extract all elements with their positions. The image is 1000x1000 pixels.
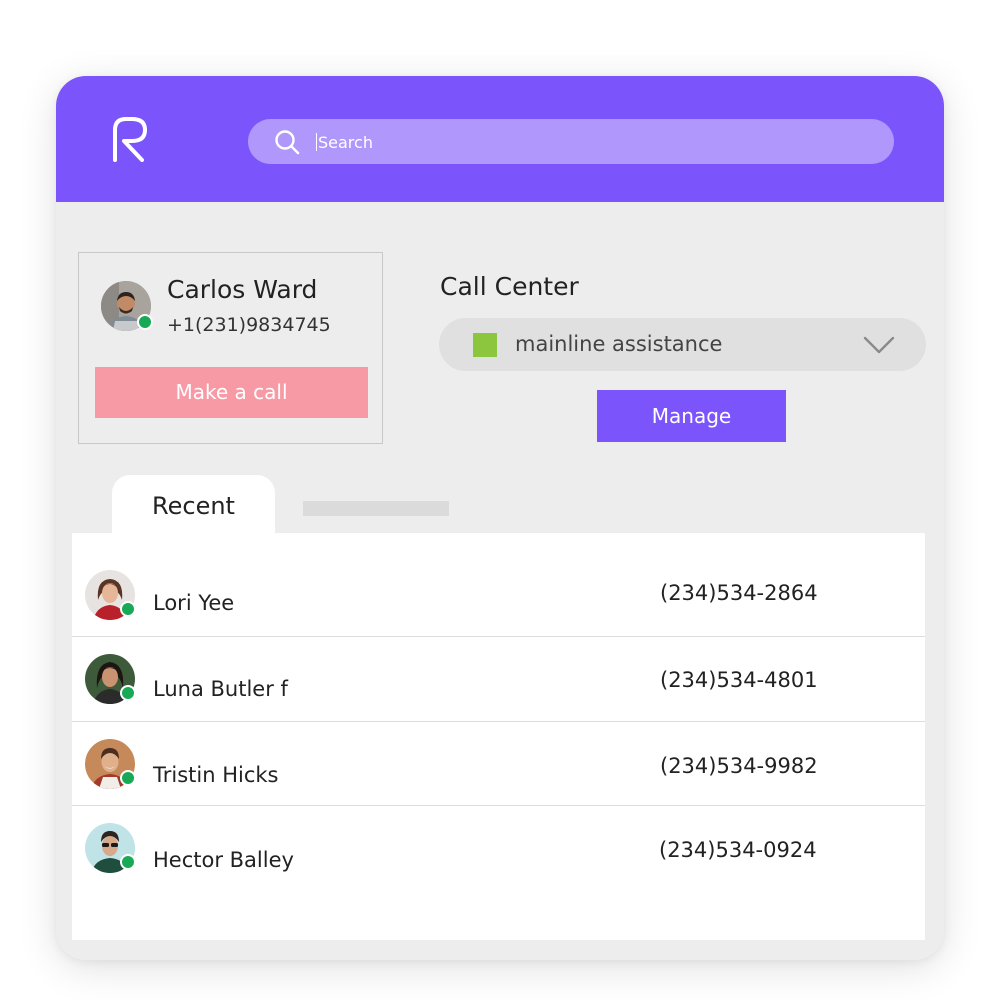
tab-recent[interactable]: Recent xyxy=(112,475,275,535)
line-color-swatch xyxy=(473,333,497,357)
list-item[interactable]: Luna Butler f (234)534-4801 xyxy=(72,637,925,723)
search-icon[interactable] xyxy=(274,129,300,155)
make-call-button[interactable]: Make a call xyxy=(95,367,368,418)
contact-phone: (234)534-9982 xyxy=(660,754,818,778)
contact-name: Carlos Ward xyxy=(167,275,318,304)
recent-calls-list: Lori Yee (234)534-2864 Luna Butler f (23… xyxy=(72,533,925,940)
online-status-dot xyxy=(120,601,136,617)
contact-name: Tristin Hicks xyxy=(153,763,279,787)
contact-name: Hector Balley xyxy=(153,848,294,872)
r-logo-icon[interactable] xyxy=(112,116,148,162)
contact-phone: +1(231)9834745 xyxy=(167,314,331,336)
online-status-dot xyxy=(120,770,136,786)
call-center-title: Call Center xyxy=(440,272,579,301)
call-center-dropdown[interactable]: mainline assistance xyxy=(439,318,926,371)
online-status-dot xyxy=(120,854,136,870)
contact-name: Luna Butler f xyxy=(153,677,288,701)
search-bar[interactable] xyxy=(248,119,894,164)
text-cursor xyxy=(316,133,317,151)
list-item[interactable]: Lori Yee (234)534-2864 xyxy=(72,553,925,639)
contact-phone: (234)534-0924 xyxy=(659,838,817,862)
dropdown-selected-value: mainline assistance xyxy=(515,332,723,356)
search-input[interactable] xyxy=(318,128,858,156)
online-status-dot xyxy=(120,685,136,701)
online-status-dot xyxy=(137,314,153,330)
tab-placeholder[interactable] xyxy=(303,501,449,516)
contact-phone: (234)534-4801 xyxy=(660,668,818,692)
chevron-down-icon[interactable] xyxy=(863,334,895,356)
list-item[interactable]: Tristin Hicks (234)534-9982 xyxy=(72,722,925,808)
contact-name: Lori Yee xyxy=(153,591,235,615)
app-header xyxy=(56,76,944,202)
list-item[interactable]: Hector Balley (234)534-0924 xyxy=(72,806,925,892)
contact-card: Carlos Ward +1(231)9834745 Make a call xyxy=(78,252,383,444)
app-window: Carlos Ward +1(231)9834745 Make a call C… xyxy=(56,76,944,960)
contact-phone: (234)534-2864 xyxy=(660,581,818,605)
manage-button[interactable]: Manage xyxy=(597,390,786,442)
